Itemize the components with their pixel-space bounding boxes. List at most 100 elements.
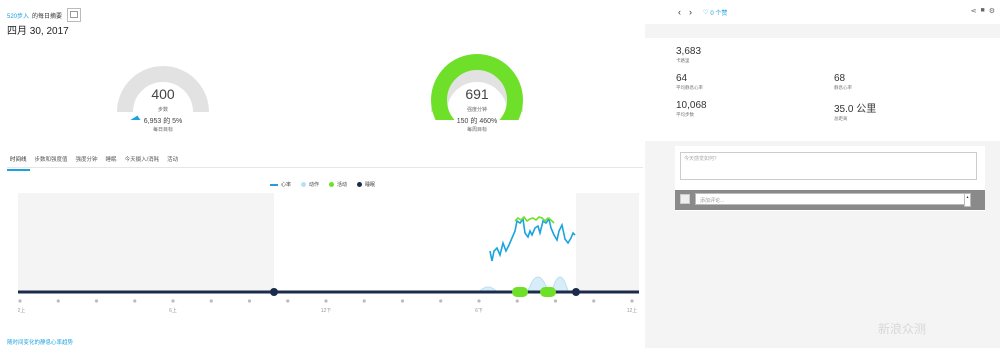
x-tick	[400, 299, 405, 303]
activity-swatch	[329, 182, 335, 187]
heart-rate-line	[489, 216, 576, 262]
page-date: 四月 30, 2017	[7, 26, 69, 37]
x-tick	[94, 299, 99, 303]
stat-calories-value: 3,683	[676, 46, 702, 57]
rhr-trend-link[interactable]: 随时间变化的静息心率趋势	[7, 338, 73, 346]
day-nav: ‹ ›	[678, 7, 692, 17]
sleep-zone-right	[576, 193, 639, 291]
heart-rate-swatch	[270, 183, 278, 186]
x-tick	[247, 299, 252, 303]
header-tools: ⋖ ■ ⚙	[971, 7, 995, 15]
lock-icon[interactable]: ■	[980, 7, 984, 15]
x-tick	[171, 299, 175, 303]
stats-panel: 3,683 卡路里 64 平均静息心率 68 静息心率 10,068 平均步数 35.0…	[645, 38, 1000, 141]
comment-bar: 添加评论... ▴	[675, 190, 985, 210]
x-tick	[553, 299, 558, 303]
summary-label: 的每日摘要	[32, 13, 63, 20]
x-axis-ticks: 12上 6上 12下 6下 12上	[18, 299, 637, 314]
notes-input[interactable]: 今天感觉如何？	[680, 152, 977, 180]
details-header: ‹ › ♡ 0 个赞 ⋖ ■ ⚙	[645, 0, 1000, 24]
activity-marker-2[interactable]	[540, 287, 556, 297]
tab-bar: 时间线 步数和强度值 强度分钟 睡眠 今天摄入/消耗 活动	[7, 155, 183, 171]
steps-goal-label: 每日目标	[152, 127, 173, 133]
comment-input[interactable]: 添加评论...	[695, 193, 971, 205]
x-tick	[18, 299, 22, 303]
sleep-zone-left	[18, 193, 274, 291]
sleep-swatch	[357, 182, 363, 187]
chart-legend: 心率 动作 活动 睡眠	[270, 181, 375, 188]
tab-sleep[interactable]: 睡眠	[103, 155, 120, 171]
stat-rhr-value: 68	[834, 73, 846, 84]
tab-activities[interactable]: 活动	[164, 155, 181, 171]
avatar-icon	[680, 194, 690, 204]
timeline-chart: 12上 6上 12下 6下 12上	[18, 193, 639, 314]
tab-steps[interactable]: 步数和强度值	[32, 155, 71, 171]
intensity-label: 强度分钟	[466, 107, 487, 113]
prev-day-icon[interactable]: ‹	[678, 7, 681, 17]
gear-icon[interactable]: ⚙	[989, 7, 995, 15]
tab-intensity[interactable]: 强度分钟	[73, 155, 101, 171]
tab-calories[interactable]: 今天摄入/消耗	[122, 155, 163, 171]
x-tick	[477, 299, 481, 303]
stat-distance-value: 35.0 公里	[834, 104, 877, 115]
x-tick	[133, 299, 137, 303]
sleep-start-marker[interactable]	[572, 288, 580, 296]
x-tick-label: 12上	[627, 307, 638, 314]
x-tick-label: 6下	[475, 308, 483, 314]
x-tick-label: 12下	[321, 308, 332, 314]
stat-distance-label: 总距离	[834, 116, 848, 121]
intensity-goal: 150 的 460%	[456, 118, 498, 125]
likes-count: 0 个赞	[710, 11, 728, 17]
user-link[interactable]: 520步入	[7, 11, 29, 20]
legend-motion[interactable]: 动作	[301, 181, 319, 188]
stat-rhr: 68 静息心率	[834, 73, 852, 91]
share-icon[interactable]: ⋖	[971, 7, 977, 15]
tab-timeline[interactable]: 时间线	[7, 155, 30, 171]
likes[interactable]: ♡ 0 个赞	[703, 8, 727, 17]
legend-heart-rate-label: 心率	[281, 182, 292, 188]
intensity-gauge: 691 强度分钟 150 的 460% 每周目标	[427, 50, 527, 133]
stat-calories: 3,683 卡路里	[676, 46, 701, 64]
legend-heart-rate[interactable]: 心率	[270, 181, 291, 188]
x-tick	[209, 299, 213, 303]
x-tick	[362, 299, 366, 303]
x-tick	[592, 299, 596, 303]
watermark-text: 新浪众测	[878, 322, 927, 336]
x-tick	[56, 299, 60, 303]
x-tick	[515, 299, 519, 303]
next-day-icon[interactable]: ›	[689, 7, 692, 17]
stat-avg-rhr-value: 64	[676, 73, 688, 84]
steps-label: 步数	[157, 107, 168, 113]
activity-marker-1[interactable]	[512, 287, 528, 297]
stat-calories-label: 卡路里	[676, 58, 690, 63]
tabs-divider	[7, 167, 643, 168]
x-tick	[324, 299, 328, 303]
stat-avg-steps-value: 10,068	[676, 100, 707, 111]
stat-avg-rhr: 64 平均静息心率	[676, 73, 703, 91]
x-tick	[630, 299, 634, 303]
x-tick	[439, 299, 443, 303]
motion-swatch	[301, 182, 307, 187]
stat-avg-rhr-label: 平均静息心率	[676, 85, 703, 90]
stat-avg-steps: 10,068 平均步数	[676, 100, 707, 118]
steps-value: 400	[151, 86, 175, 102]
legend-motion-label: 动作	[309, 182, 320, 188]
comment-scrollbar[interactable]: ▴	[964, 193, 971, 207]
steps-gauge: 400 步数 6,953 的 5% 每日目标	[113, 50, 213, 133]
summary-pane: 520步入 的每日摘要 四月 30, 2017 400 步数 6,953 的 5…	[0, 0, 645, 348]
sleep-end-marker[interactable]	[270, 288, 278, 296]
x-tick	[286, 299, 290, 303]
header-line: 520步入 的每日摘要	[7, 8, 82, 22]
intensity-goal-label: 每周目标	[466, 127, 487, 133]
heart-icon: ♡	[703, 10, 709, 16]
x-tick-label: 6上	[169, 307, 177, 314]
image-icon	[67, 8, 82, 22]
stat-avg-steps-label: 平均步数	[676, 112, 694, 117]
legend-activity[interactable]: 活动	[329, 181, 347, 188]
legend-sleep[interactable]: 睡眠	[357, 181, 375, 188]
x-tick-label: 12上	[18, 307, 25, 314]
details-pane: ‹ › ♡ 0 个赞 ⋖ ■ ⚙ 3,683 卡路里 64 平均静息心率 68 静息心…	[645, 0, 1000, 348]
stat-distance: 35.0 公里 总距离	[834, 100, 876, 122]
intensity-value: 691	[465, 86, 489, 102]
steps-goal: 6,953 的 5%	[143, 118, 183, 125]
